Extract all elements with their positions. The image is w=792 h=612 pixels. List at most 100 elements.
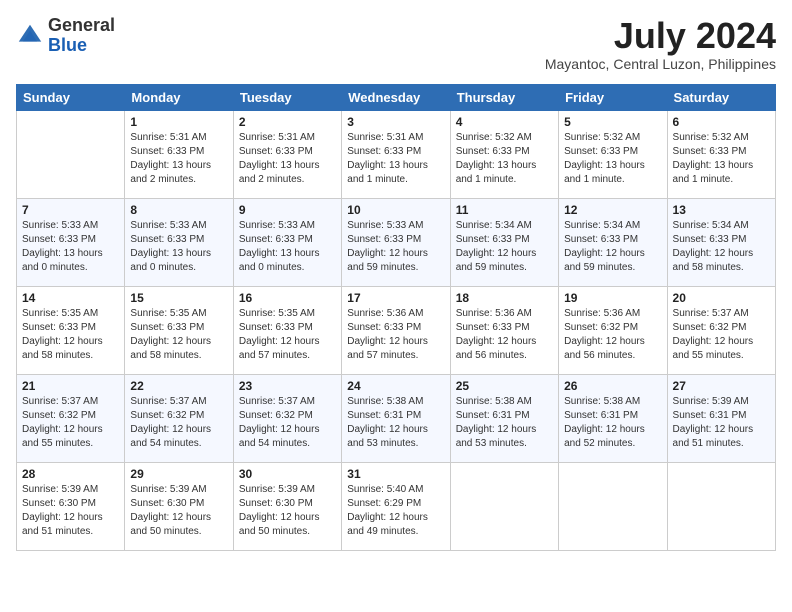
day-number: 2 (239, 115, 336, 129)
day-number: 30 (239, 467, 336, 481)
calendar-cell: 11 Sunrise: 5:34 AM Sunset: 6:33 PM Dayli… (450, 198, 558, 286)
calendar-cell: 6 Sunrise: 5:32 AM Sunset: 6:33 PM Daylig… (667, 110, 775, 198)
calendar-cell: 17Sunrise: 5:36 AM Sunset: 6:33 PM Dayli… (342, 286, 450, 374)
day-info: Sunrise: 5:37 AM Sunset: 6:32 PM Dayligh… (130, 395, 227, 451)
calendar-cell: 16 Sunrise: 5:35 AM Sunset: 6:33 PM Dayli… (233, 286, 341, 374)
day-number: 27 (673, 379, 770, 393)
day-number: 14 (22, 291, 119, 305)
day-number: 29 (130, 467, 227, 481)
day-info: Sunrise: 5:31 AM Sunset: 6:33 PM Dayligh… (130, 131, 227, 187)
calendar-week-row: 7 Sunrise: 5:33 AM Sunset: 6:33 PM Daylig… (17, 198, 776, 286)
day-number: 7 (22, 203, 119, 217)
day-number: 21 (22, 379, 119, 393)
day-number: 12 (564, 203, 661, 217)
day-info: Sunrise: 5:34 AM Sunset: 6:33 PM Dayligh… (456, 219, 553, 275)
calendar-cell: 10Sunrise: 5:33 AM Sunset: 6:33 PM Dayli… (342, 198, 450, 286)
day-info: Sunrise: 5:33 AM Sunset: 6:33 PM Dayligh… (130, 219, 227, 275)
day-info: Sunrise: 5:40 AM Sunset: 6:29 PM Dayligh… (347, 483, 444, 539)
weekday-header-row: SundayMondayTuesdayWednesdayThursdayFrid… (17, 84, 776, 110)
day-number: 10 (347, 203, 444, 217)
calendar-cell: 19 Sunrise: 5:36 AM Sunset: 6:32 PM Dayli… (559, 286, 667, 374)
weekday-header-saturday: Saturday (667, 84, 775, 110)
day-number: 25 (456, 379, 553, 393)
day-number: 9 (239, 203, 336, 217)
calendar-cell (667, 462, 775, 550)
calendar-cell: 24 Sunrise: 5:38 AM Sunset: 6:31 PM Dayli… (342, 374, 450, 462)
calendar-week-row: 28 Sunrise: 5:39 AM Sunset: 6:30 PM Dayli… (17, 462, 776, 550)
day-number: 23 (239, 379, 336, 393)
day-number: 19 (564, 291, 661, 305)
day-info: Sunrise: 5:32 AM Sunset: 6:33 PM Dayligh… (673, 131, 770, 187)
day-info: Sunrise: 5:38 AM Sunset: 6:31 PM Dayligh… (347, 395, 444, 451)
day-info: Sunrise: 5:37 AM Sunset: 6:32 PM Dayligh… (22, 395, 119, 451)
day-number: 15 (130, 291, 227, 305)
calendar-cell: 8 Sunrise: 5:33 AM Sunset: 6:33 PM Daylig… (125, 198, 233, 286)
calendar-cell: 14Sunrise: 5:35 AM Sunset: 6:33 PM Dayli… (17, 286, 125, 374)
day-number: 4 (456, 115, 553, 129)
day-info: Sunrise: 5:35 AM Sunset: 6:33 PM Dayligh… (239, 307, 336, 363)
day-info: Sunrise: 5:37 AM Sunset: 6:32 PM Dayligh… (239, 395, 336, 451)
day-info: Sunrise: 5:33 AM Sunset: 6:33 PM Dayligh… (22, 219, 119, 275)
day-number: 28 (22, 467, 119, 481)
calendar-week-row: 21 Sunrise: 5:37 AM Sunset: 6:32 PM Dayli… (17, 374, 776, 462)
calendar-cell: 23 Sunrise: 5:37 AM Sunset: 6:32 PM Dayli… (233, 374, 341, 462)
calendar-cell: 7 Sunrise: 5:33 AM Sunset: 6:33 PM Daylig… (17, 198, 125, 286)
day-number: 16 (239, 291, 336, 305)
day-info: Sunrise: 5:33 AM Sunset: 6:33 PM Dayligh… (239, 219, 336, 275)
calendar-cell: 13Sunrise: 5:34 AM Sunset: 6:33 PM Dayli… (667, 198, 775, 286)
calendar-cell: 2Sunrise: 5:31 AM Sunset: 6:33 PM Daylig… (233, 110, 341, 198)
calendar-cell: 25 Sunrise: 5:38 AM Sunset: 6:31 PM Dayli… (450, 374, 558, 462)
day-info: Sunrise: 5:35 AM Sunset: 6:33 PM Dayligh… (130, 307, 227, 363)
day-number: 1 (130, 115, 227, 129)
day-info: Sunrise: 5:38 AM Sunset: 6:31 PM Dayligh… (564, 395, 661, 451)
day-info: Sunrise: 5:36 AM Sunset: 6:32 PM Dayligh… (564, 307, 661, 363)
day-info: Sunrise: 5:37 AM Sunset: 6:32 PM Dayligh… (673, 307, 770, 363)
day-info: Sunrise: 5:38 AM Sunset: 6:31 PM Dayligh… (456, 395, 553, 451)
calendar-cell: 1 Sunrise: 5:31 AM Sunset: 6:33 PM Daylig… (125, 110, 233, 198)
day-number: 8 (130, 203, 227, 217)
calendar-cell: 21 Sunrise: 5:37 AM Sunset: 6:32 PM Dayli… (17, 374, 125, 462)
calendar-week-row: 1 Sunrise: 5:31 AM Sunset: 6:33 PM Daylig… (17, 110, 776, 198)
month-title: July 2024 (545, 16, 776, 56)
day-info: Sunrise: 5:39 AM Sunset: 6:30 PM Dayligh… (22, 483, 119, 539)
calendar-cell: 9 Sunrise: 5:33 AM Sunset: 6:33 PM Daylig… (233, 198, 341, 286)
calendar-cell: 29 Sunrise: 5:39 AM Sunset: 6:30 PM Dayli… (125, 462, 233, 550)
calendar-cell: 31 Sunrise: 5:40 AM Sunset: 6:29 PM Dayli… (342, 462, 450, 550)
day-info: Sunrise: 5:32 AM Sunset: 6:33 PM Dayligh… (456, 131, 553, 187)
calendar-cell: 30 Sunrise: 5:39 AM Sunset: 6:30 PM Dayli… (233, 462, 341, 550)
day-number: 26 (564, 379, 661, 393)
day-number: 24 (347, 379, 444, 393)
location: Mayantoc, Central Luzon, Philippines (545, 56, 776, 72)
day-number: 31 (347, 467, 444, 481)
calendar-table: SundayMondayTuesdayWednesdayThursdayFrid… (16, 84, 776, 551)
calendar-cell: 22Sunrise: 5:37 AM Sunset: 6:32 PM Dayli… (125, 374, 233, 462)
weekday-header-tuesday: Tuesday (233, 84, 341, 110)
weekday-header-sunday: Sunday (17, 84, 125, 110)
logo-text: General Blue (48, 16, 115, 56)
day-number: 13 (673, 203, 770, 217)
calendar-cell (559, 462, 667, 550)
calendar-cell: 27Sunrise: 5:39 AM Sunset: 6:31 PM Dayli… (667, 374, 775, 462)
day-info: Sunrise: 5:36 AM Sunset: 6:33 PM Dayligh… (347, 307, 444, 363)
calendar-cell: 18Sunrise: 5:36 AM Sunset: 6:33 PM Dayli… (450, 286, 558, 374)
weekday-header-friday: Friday (559, 84, 667, 110)
calendar-week-row: 14 Sunrise: 5:35 AM Sunset: 6:33 PM Dayli… (17, 286, 776, 374)
page-header: General Blue July 2024 Mayantoc, Central… (16, 16, 776, 72)
weekday-header-monday: Monday (125, 84, 233, 110)
calendar-cell: 3Sunrise: 5:31 AM Sunset: 6:33 PM Daylig… (342, 110, 450, 198)
logo-general: General (48, 15, 115, 35)
day-info: Sunrise: 5:39 AM Sunset: 6:30 PM Dayligh… (130, 483, 227, 539)
day-number: 6 (673, 115, 770, 129)
calendar-cell (450, 462, 558, 550)
day-info: Sunrise: 5:39 AM Sunset: 6:30 PM Dayligh… (239, 483, 336, 539)
day-number: 20 (673, 291, 770, 305)
day-info: Sunrise: 5:31 AM Sunset: 6:33 PM Dayligh… (347, 131, 444, 187)
weekday-header-wednesday: Wednesday (342, 84, 450, 110)
calendar-cell: 28 Sunrise: 5:39 AM Sunset: 6:30 PM Dayli… (17, 462, 125, 550)
calendar-cell: 5Sunrise: 5:32 AM Sunset: 6:33 PM Daylig… (559, 110, 667, 198)
calendar-cell: 26 Sunrise: 5:38 AM Sunset: 6:31 PM Dayli… (559, 374, 667, 462)
logo-icon (16, 22, 44, 50)
day-number: 11 (456, 203, 553, 217)
calendar-cell (17, 110, 125, 198)
weekday-header-thursday: Thursday (450, 84, 558, 110)
